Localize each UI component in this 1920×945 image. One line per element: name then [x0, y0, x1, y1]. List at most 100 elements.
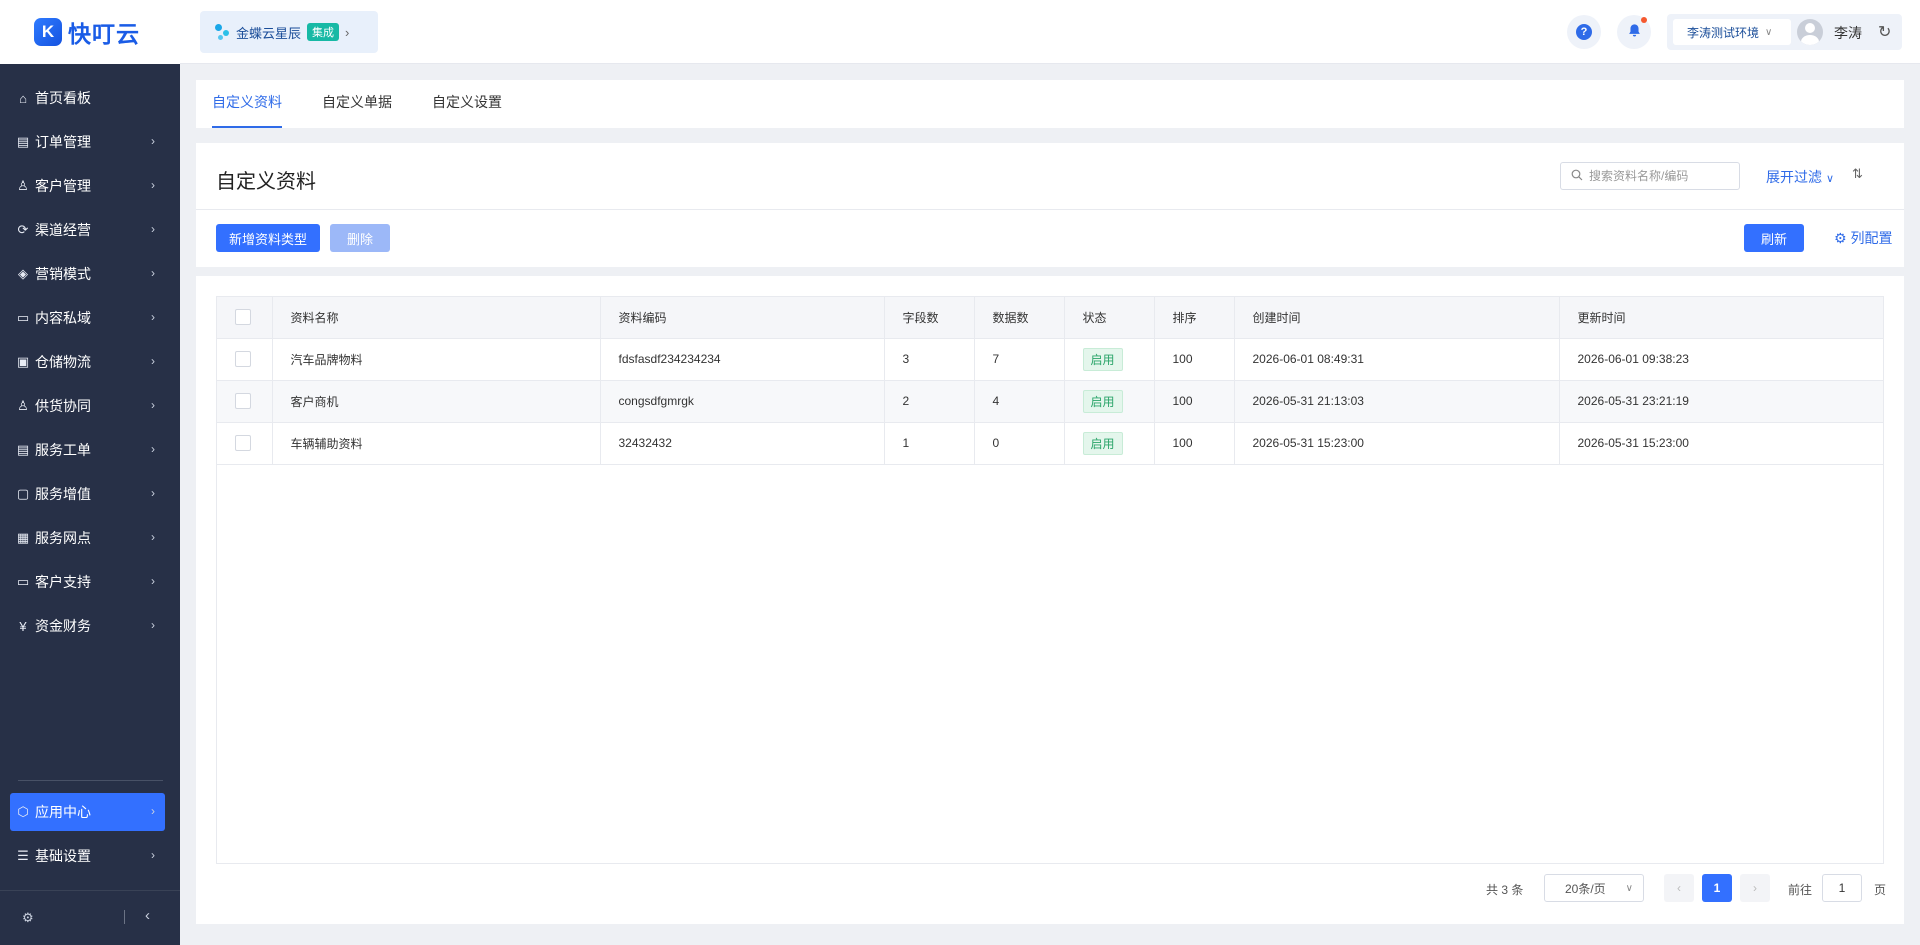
page-size-value: 20条/页 — [1565, 881, 1606, 896]
chevron-right-icon: › — [151, 848, 155, 862]
gear-icon[interactable]: ⚙ — [22, 910, 34, 926]
integration-tag: 集成 — [307, 23, 340, 41]
sidebar-item-app-center[interactable]: ⬡ 应用中心 › — [10, 793, 165, 831]
table-cell: 2026-06-01 08:49:31 — [1234, 338, 1560, 381]
chevron-right-icon: › — [151, 442, 155, 456]
page-size-select[interactable]: 20条/页 ∨ — [1544, 874, 1644, 902]
table-cell: 2026-05-31 15:23:00 — [1234, 422, 1560, 465]
table-cell: 4 — [974, 380, 1065, 423]
table-cell: 100 — [1154, 380, 1235, 423]
sidebar-item-finance[interactable]: ¥ 资金财务 › — [10, 607, 165, 645]
tag-icon: ◈ — [18, 266, 28, 281]
table-cell: 1 — [884, 422, 975, 465]
logo[interactable]: K 快叮云 — [0, 0, 180, 64]
user-name[interactable]: 李涛 — [1834, 23, 1862, 43]
sidebar-item-customers[interactable]: ♙ 客户管理 › — [10, 167, 165, 205]
table-cell: 启用 — [1064, 422, 1155, 465]
tab-custom-documents[interactable]: 自定义单据 — [322, 80, 392, 128]
kingdee-integration-entry[interactable]: 金蝶云星辰 集成 › — [200, 11, 378, 53]
sidebar-item-warehouse[interactable]: ▣ 仓储物流 › — [10, 343, 165, 381]
column-header[interactable]: 更新时间 — [1559, 297, 1883, 339]
sidebar-item-orders[interactable]: ▤ 订单管理 › — [10, 123, 165, 161]
chevron-right-icon: › — [151, 310, 155, 324]
help-button[interactable]: ? — [1567, 15, 1601, 49]
select-all-checkbox[interactable] — [235, 309, 251, 326]
table-cell: 2026-05-31 23:21:19 — [1559, 380, 1883, 423]
kingdee-name: 金蝶云星辰 — [236, 25, 302, 41]
tab-custom-settings[interactable]: 自定义设置 — [432, 80, 502, 128]
page-number-current[interactable]: 1 — [1702, 874, 1732, 902]
sidebar-item-dashboard[interactable]: ⌂ 首页看板 — [10, 79, 165, 117]
refresh-button[interactable]: 刷新 — [1744, 224, 1804, 252]
collapse-sidebar-icon[interactable]: ‹ — [145, 907, 150, 924]
row-checkbox[interactable] — [235, 351, 251, 367]
search-box[interactable] — [1560, 162, 1740, 190]
sidebar-item-service-tickets[interactable]: ▤ 服务工单 › — [10, 431, 165, 469]
column-header[interactable]: 资料编码 — [600, 297, 885, 339]
chevron-right-icon: › — [151, 530, 155, 544]
gear-icon: ⚙ — [1834, 230, 1847, 246]
column-header[interactable]: 资料名称 — [272, 297, 601, 339]
goto-unit: 页 — [1874, 883, 1887, 897]
settings-list-icon: ☰ — [17, 848, 29, 863]
delete-button[interactable]: 删除 — [330, 224, 390, 252]
table-row[interactable]: 车辆辅助资料 32432432 1 0 启用 100 2026-05-31 15… — [217, 422, 1883, 465]
notification-button[interactable] — [1617, 15, 1651, 49]
goto-page-input[interactable]: 1 — [1822, 874, 1862, 902]
column-header[interactable]: 排序 — [1154, 297, 1235, 339]
sidebar-item-supply[interactable]: ♙ 供货协同 › — [10, 387, 165, 425]
row-checkbox[interactable] — [235, 393, 251, 409]
table-cell: 32432432 — [600, 422, 885, 465]
column-header[interactable]: 状态 — [1064, 297, 1155, 339]
prev-page-button[interactable]: ‹ — [1664, 874, 1694, 902]
column-header[interactable]: 创建时间 — [1234, 297, 1560, 339]
sidebar-item-value-added[interactable]: ▢ 服务增值 › — [10, 475, 165, 513]
add-data-type-button[interactable]: 新增资料类型 — [216, 224, 320, 252]
avatar[interactable] — [1797, 19, 1823, 45]
tab-custom-data[interactable]: 自定义资料 — [212, 80, 282, 128]
table-cell: 汽车品牌物料 — [272, 338, 601, 381]
column-config-button[interactable]: ⚙ 列配置 — [1834, 228, 1892, 248]
cube-icon: ⬡ — [17, 804, 29, 819]
sidebar-item-marketing[interactable]: ◈ 营销模式 › — [10, 255, 165, 293]
table-header-row: 资料名称 资料编码 字段数 数据数 状态 排序 创建时间 更新时间 — [217, 297, 1883, 339]
chevron-right-icon: › — [151, 266, 155, 280]
bag-icon: ▢ — [16, 486, 30, 501]
chevron-right-icon: › — [151, 398, 155, 412]
search-input[interactable] — [1589, 169, 1729, 183]
refresh-icon[interactable]: ↻ — [1878, 22, 1891, 42]
sidebar-item-content[interactable]: ▭ 内容私域 › — [10, 299, 165, 337]
row-checkbox[interactable] — [235, 435, 251, 451]
table-cell: congsdfgmrgk — [600, 380, 885, 423]
expand-filter-button[interactable]: 展开过滤 ∨ — [1766, 167, 1834, 187]
table-row[interactable]: 客户商机 congsdfgmrgk 2 4 启用 100 2026-05-31 … — [217, 380, 1883, 423]
home-icon: ⌂ — [19, 90, 27, 106]
sidebar-item-label: 仓储物流 — [35, 354, 91, 370]
sidebar-item-service-points[interactable]: ▦ 服务网点 › — [10, 519, 165, 557]
sidebar-item-label: 营销模式 — [35, 266, 91, 282]
next-page-button[interactable]: › — [1740, 874, 1770, 902]
sort-icon[interactable]: ⇅ — [1852, 166, 1863, 182]
table-cell: 客户商机 — [272, 380, 601, 423]
table-cell: 100 — [1154, 422, 1235, 465]
sidebar-divider — [18, 780, 163, 781]
environment-select[interactable]: 李涛测试环境 ∨ — [1673, 19, 1791, 45]
sidebar-item-settings[interactable]: ☰ 基础设置 › — [10, 837, 165, 875]
sidebar-item-support[interactable]: ▭ 客户支持 › — [10, 563, 165, 601]
chevron-right-icon: › — [151, 178, 155, 192]
column-header[interactable]: 字段数 — [884, 297, 975, 339]
chevron-right-icon: › — [151, 574, 155, 588]
sidebar-item-label: 供货协同 — [35, 398, 91, 414]
table-row[interactable]: 汽车品牌物料 fdsfasdf234234234 3 7 启用 100 2026… — [217, 338, 1883, 381]
question-circle-icon: ? — [1576, 24, 1592, 40]
logo-icon: K — [34, 18, 62, 46]
logo-text: 快叮云 — [68, 21, 140, 47]
chevron-right-icon: › — [151, 134, 155, 148]
table-cell: 2026-06-01 09:38:23 — [1559, 338, 1883, 381]
sidebar-item-channels[interactable]: ⟳ 渠道经营 › — [10, 211, 165, 249]
chevron-down-icon: ∨ — [1826, 173, 1835, 185]
supply-icon: ♙ — [17, 398, 29, 413]
ticket-icon: ▤ — [16, 442, 30, 457]
column-header[interactable]: 数据数 — [974, 297, 1065, 339]
sidebar-item-label: 客户支持 — [35, 574, 91, 590]
